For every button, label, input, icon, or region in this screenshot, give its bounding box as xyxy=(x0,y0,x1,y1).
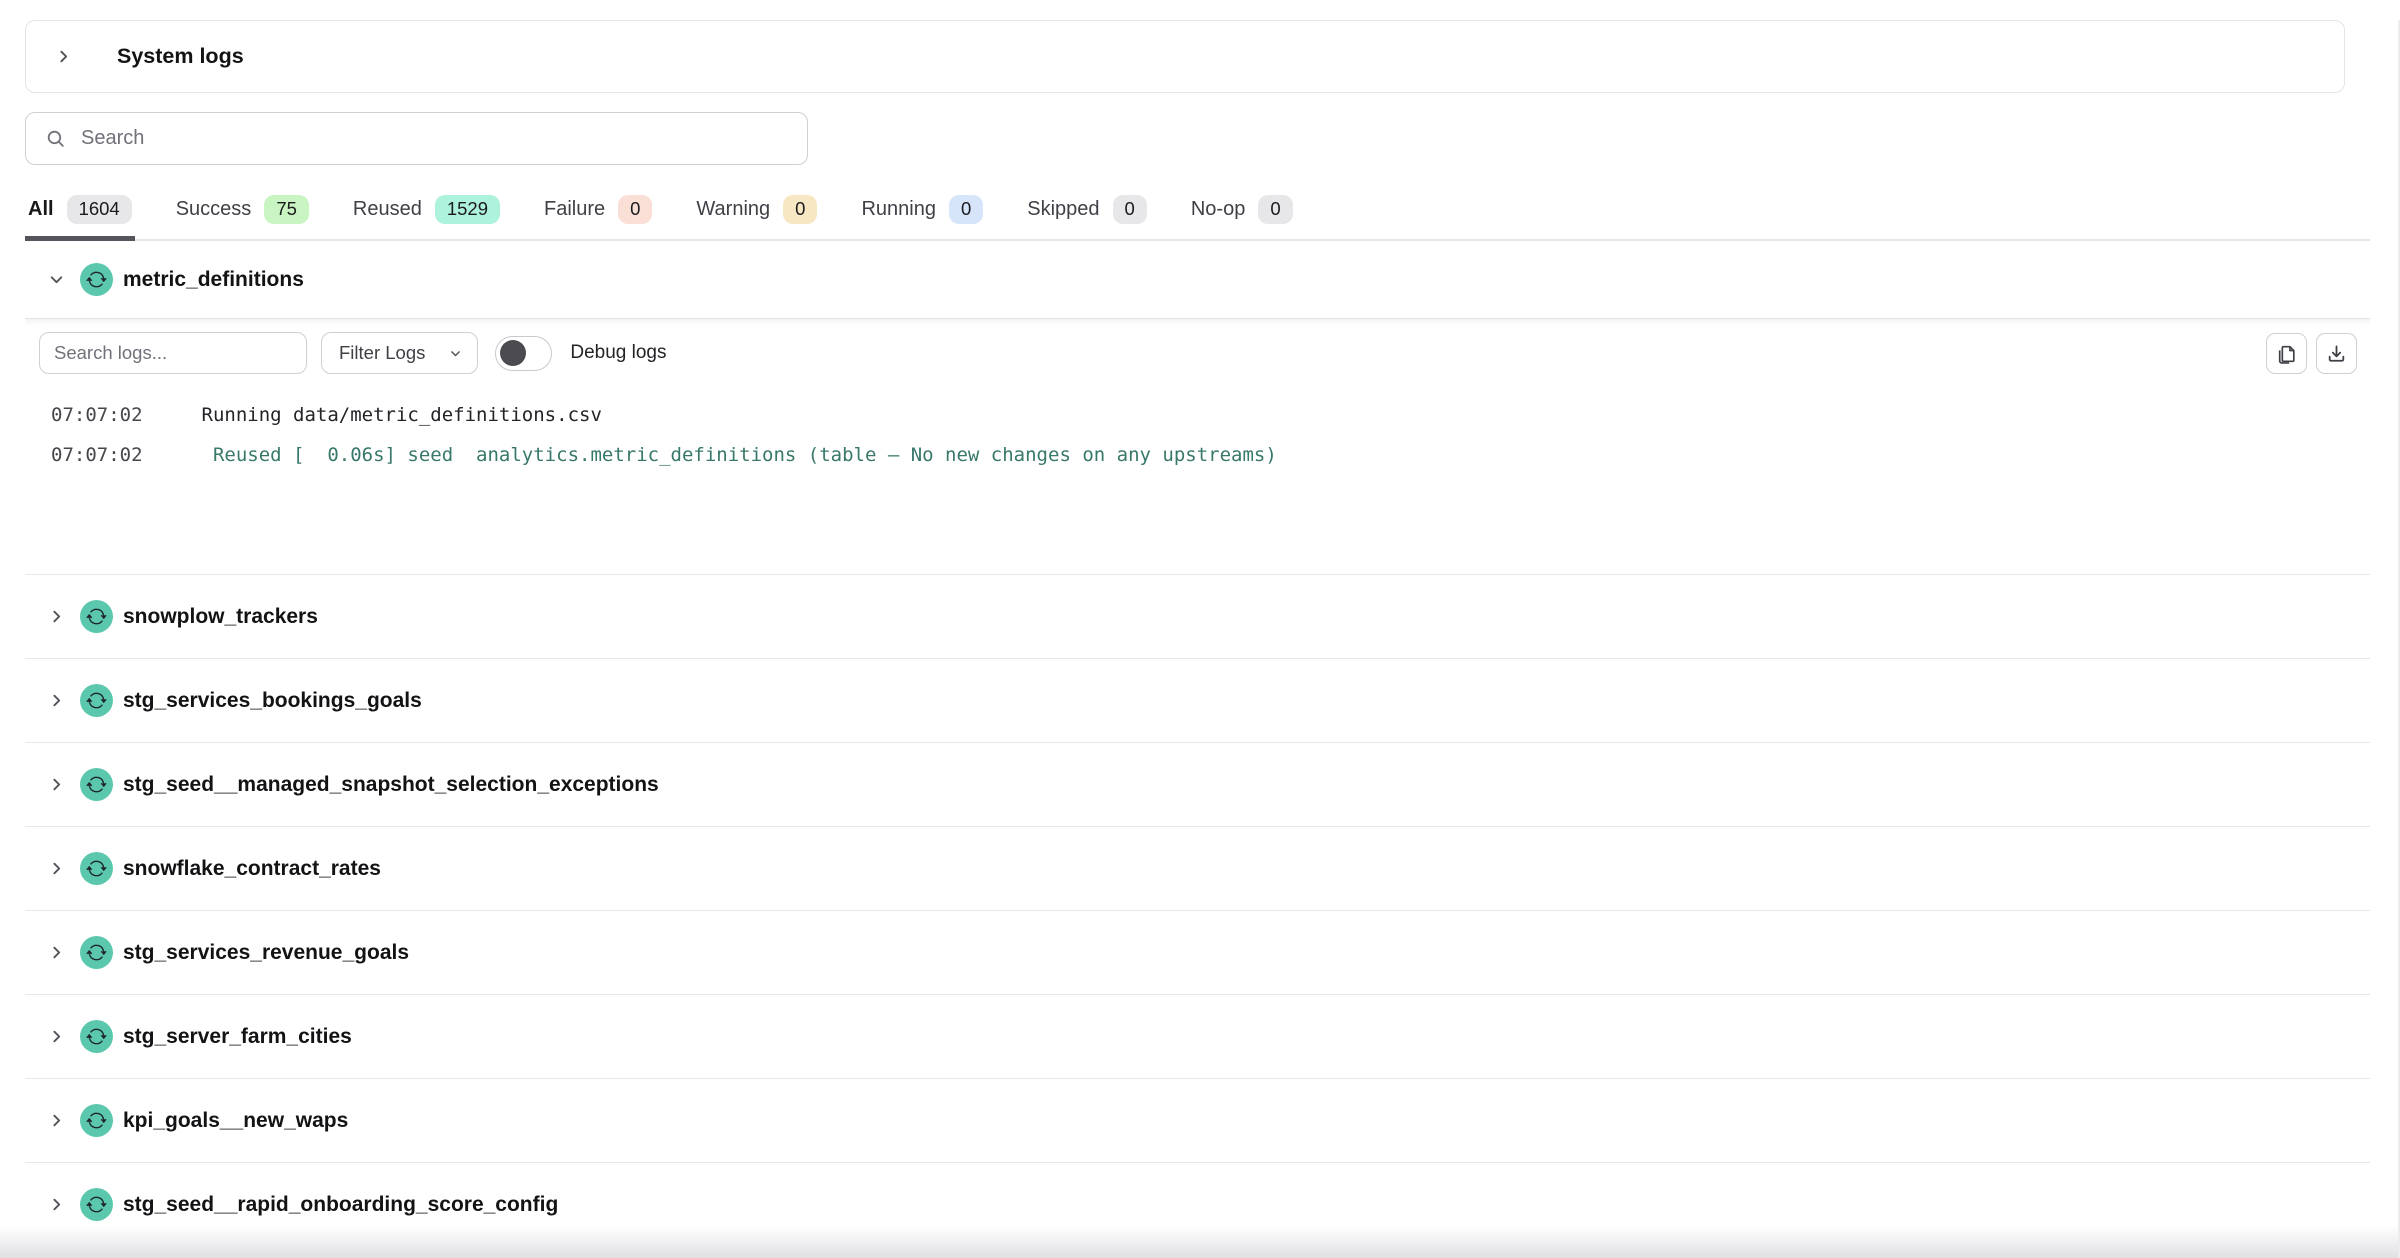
chevron-right-icon xyxy=(48,608,65,625)
log-lines: 07:07:02 Running data/metric_definitions… xyxy=(25,395,2370,475)
chevron-right-icon xyxy=(48,860,65,877)
run-row-snowflake_contract_rates[interactable]: snowflake_contract_rates xyxy=(25,826,2370,910)
run-row-stg_server_farm_cities[interactable]: stg_server_farm_cities xyxy=(25,994,2370,1078)
tab-no-op[interactable]: No-op 0 xyxy=(1188,191,1296,239)
debug-logs-toggle[interactable] xyxy=(495,336,552,371)
log-toolbar: Filter Logs Debug logs xyxy=(25,319,2370,374)
log-line: 07:07:02 Running data/metric_definitions… xyxy=(51,395,2370,435)
tab-count-badge: 1604 xyxy=(67,195,132,224)
reused-status-icon xyxy=(80,936,113,969)
row-label: stg_seed__managed_snapshot_selection_exc… xyxy=(123,773,659,797)
chevron-right-icon xyxy=(48,776,65,793)
tab-count-badge: 0 xyxy=(949,195,983,224)
tab-label: Success xyxy=(176,198,252,221)
tab-success[interactable]: Success 75 xyxy=(173,191,312,239)
download-icon xyxy=(2326,343,2347,364)
row-label: stg_seed__rapid_onboarding_score_config xyxy=(123,1193,558,1217)
reused-status-icon xyxy=(80,684,113,717)
reused-status-icon xyxy=(80,768,113,801)
tab-label: No-op xyxy=(1191,198,1245,221)
system-logs-accordion[interactable]: System logs xyxy=(25,20,2345,93)
search-input[interactable] xyxy=(79,126,807,151)
tab-label: Running xyxy=(861,198,936,221)
tab-label: Reused xyxy=(353,198,422,221)
reused-status-icon xyxy=(80,263,113,296)
run-row-stg_seed__rapid_onboarding_score_config[interactable]: stg_seed__rapid_onboarding_score_config xyxy=(25,1162,2370,1246)
chevron-right-icon xyxy=(48,944,65,961)
reused-status-icon xyxy=(80,1104,113,1137)
tab-skipped[interactable]: Skipped 0 xyxy=(1024,191,1150,239)
chevron-right-icon xyxy=(48,1196,65,1213)
run-row-kpi_goals__new_waps[interactable]: kpi_goals__new_waps xyxy=(25,1078,2370,1162)
run-row-stg_services_bookings_goals[interactable]: stg_services_bookings_goals xyxy=(25,658,2370,742)
tab-count-badge: 1529 xyxy=(435,195,500,224)
row-label: stg_server_farm_cities xyxy=(123,1025,352,1049)
reused-status-icon xyxy=(80,1188,113,1221)
row-label: metric_definitions xyxy=(123,268,304,292)
chevron-right-icon xyxy=(48,1028,65,1045)
copy-icon xyxy=(2276,342,2297,365)
download-logs-button[interactable] xyxy=(2316,333,2357,374)
run-row-stg_services_revenue_goals[interactable]: stg_services_revenue_goals xyxy=(25,910,2370,994)
run-list: snowplow_trackers stg_services_bookings_… xyxy=(25,574,2370,1246)
row-label: snowplow_trackers xyxy=(123,605,318,629)
toggle-knob xyxy=(500,340,526,366)
reused-status-icon xyxy=(80,1020,113,1053)
copy-logs-button[interactable] xyxy=(2266,333,2307,374)
chevron-down-icon xyxy=(449,347,462,360)
chevron-down-icon xyxy=(48,271,65,288)
tab-label: All xyxy=(28,198,54,221)
row-label: kpi_goals__new_waps xyxy=(123,1109,348,1133)
tab-label: Skipped xyxy=(1027,198,1099,221)
tab-reused[interactable]: Reused 1529 xyxy=(350,191,503,239)
log-search-input[interactable] xyxy=(39,332,307,374)
log-panel: Filter Logs Debug logs xyxy=(25,318,2370,574)
tab-label: Warning xyxy=(696,198,770,221)
tab-label: Failure xyxy=(544,198,605,221)
search-icon xyxy=(45,128,66,149)
row-metric-definitions[interactable]: metric_definitions xyxy=(25,241,2370,318)
tab-bar: All 1604 Success 75 Reused 1529 Failure … xyxy=(25,191,2370,241)
tab-count-badge: 0 xyxy=(783,195,817,224)
tab-count-badge: 0 xyxy=(618,195,652,224)
log-message: Reused [ 0.06s] seed analytics.metric_de… xyxy=(202,435,1277,475)
log-line: 07:07:02 Reused [ 0.06s] seed analytics.… xyxy=(51,435,2370,475)
tab-count-badge: 0 xyxy=(1258,195,1292,224)
reused-status-icon xyxy=(80,852,113,885)
log-timestamp: 07:07:02 xyxy=(51,395,143,435)
run-row-snowplow_trackers[interactable]: snowplow_trackers xyxy=(25,574,2370,658)
chevron-right-icon xyxy=(48,1112,65,1129)
chevron-right-icon xyxy=(55,48,72,65)
tab-failure[interactable]: Failure 0 xyxy=(541,191,655,239)
reused-status-icon xyxy=(80,600,113,633)
chevron-right-icon xyxy=(48,692,65,709)
log-message: Running data/metric_definitions.csv xyxy=(202,395,602,435)
filter-logs-dropdown[interactable]: Filter Logs xyxy=(321,332,478,374)
tab-all[interactable]: All 1604 xyxy=(25,191,135,239)
tab-running[interactable]: Running 0 xyxy=(858,191,986,239)
tab-count-badge: 0 xyxy=(1113,195,1147,224)
filter-logs-label: Filter Logs xyxy=(339,342,425,364)
system-logs-title: System logs xyxy=(117,44,244,69)
row-label: snowflake_contract_rates xyxy=(123,857,381,881)
debug-logs-label: Debug logs xyxy=(570,342,666,364)
tab-warning[interactable]: Warning 0 xyxy=(693,191,820,239)
log-run-page: System logs All 1604 Success 75 Reused 1… xyxy=(0,20,2400,1258)
search-bar[interactable] xyxy=(25,112,808,165)
log-timestamp: 07:07:02 xyxy=(51,435,143,475)
tab-count-badge: 75 xyxy=(264,195,309,224)
row-label: stg_services_bookings_goals xyxy=(123,689,422,713)
row-label: stg_services_revenue_goals xyxy=(123,941,409,965)
run-row-stg_seed__managed_snapshot_selection_exceptions[interactable]: stg_seed__managed_snapshot_selection_exc… xyxy=(25,742,2370,826)
